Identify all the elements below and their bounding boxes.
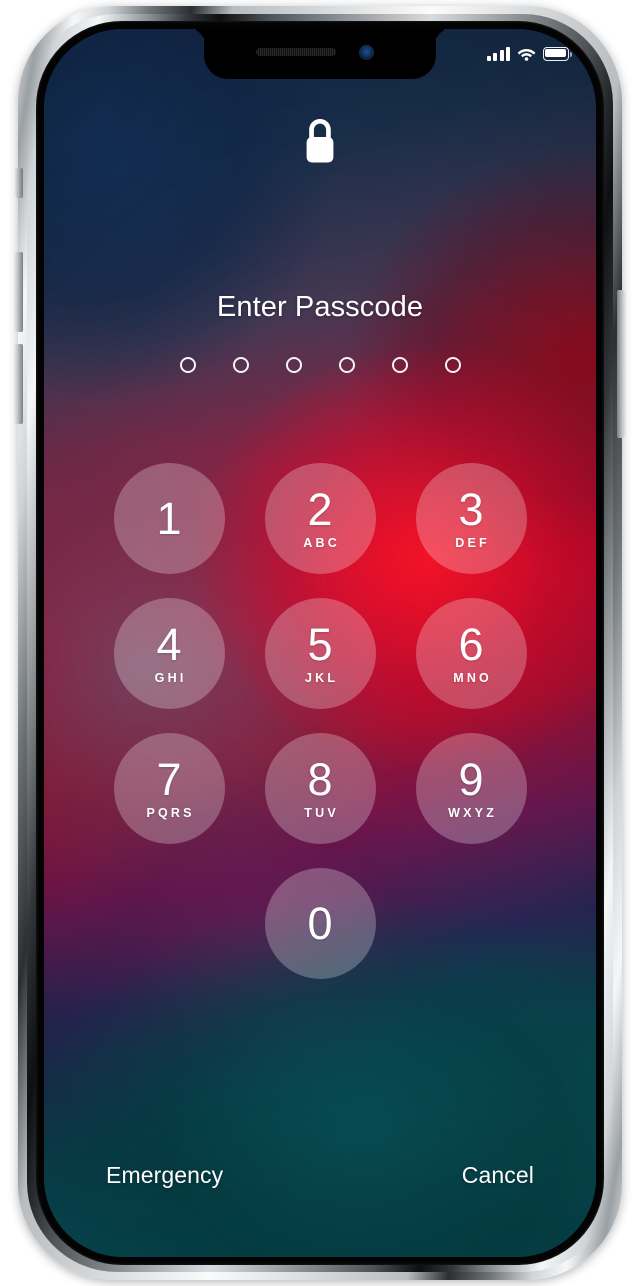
keypad-key-letters: MNO: [453, 671, 492, 686]
lock-icon-container: [44, 117, 596, 165]
page-title: Enter Passcode: [216, 291, 424, 323]
passcode-dot: [444, 357, 461, 373]
keypad-key-2[interactable]: 2 ABC: [264, 463, 376, 574]
keypad-key-digit: 4: [156, 619, 182, 671]
keypad-key-7[interactable]: 7 PQRS: [113, 733, 225, 844]
keypad-key-6[interactable]: 6 MNO: [415, 598, 527, 709]
keypad-key-digit: 8: [307, 754, 333, 806]
keypad-key-0[interactable]: 0: [264, 868, 376, 979]
keypad-key-letters: WXYZ: [448, 806, 498, 821]
keypad-row: 4 GHI 5 JKL 6 MNO: [113, 598, 527, 709]
passcode-keypad: 1 2 ABC 3 DEF 4 GHI 5 JKL 6 MNO 7 PQRS 8…: [44, 463, 596, 979]
keypad-key-5[interactable]: 5 JKL: [264, 598, 376, 709]
passcode-dot: [391, 357, 408, 373]
keypad-row: 0: [264, 868, 376, 979]
screenshot-stage: Enter Passcode 1 2 ABC 3 DEF 4 GHI 5 JKL…: [0, 0, 640, 1286]
keypad-key-letters: ABC: [303, 536, 340, 551]
keypad-key-3[interactable]: 3 DEF: [415, 463, 527, 574]
keypad-key-letters: GHI: [154, 671, 187, 686]
wifi-icon: [517, 49, 536, 61]
keypad-key-digit: 0: [307, 898, 333, 949]
passcode-dots: [44, 357, 596, 373]
keypad-key-digit: 3: [458, 484, 484, 536]
keypad-key-digit: 1: [156, 493, 182, 544]
cancel-button[interactable]: Cancel: [462, 1162, 534, 1189]
bottom-action-bar: Emergency Cancel: [44, 1162, 596, 1189]
keypad-key-digit: 7: [156, 754, 182, 806]
battery-icon: [543, 47, 572, 61]
keypad-key-digit: 9: [458, 754, 484, 806]
keypad-key-digit: 5: [307, 619, 333, 671]
keypad-key-1[interactable]: 1: [113, 463, 225, 574]
front-camera-icon: [359, 45, 374, 60]
keypad-row: 1 2 ABC 3 DEF: [113, 463, 527, 574]
display-notch: [204, 29, 436, 79]
keypad-key-digit: 6: [458, 619, 484, 671]
device-screen: Enter Passcode 1 2 ABC 3 DEF 4 GHI 5 JKL…: [44, 29, 596, 1257]
lock-closed-icon: [306, 119, 334, 163]
volume-down-button[interactable]: [13, 344, 23, 424]
keypad-key-letters: TUV: [304, 806, 339, 821]
earpiece-speaker-icon: [256, 48, 336, 56]
passcode-dot: [285, 357, 302, 373]
silent-switch-button[interactable]: [14, 168, 23, 198]
cellular-signal-icon: [486, 47, 510, 61]
passcode-dot: [179, 357, 196, 373]
passcode-dot: [232, 357, 249, 373]
keypad-key-letters: PQRS: [146, 806, 195, 821]
keypad-key-8[interactable]: 8 TUV: [264, 733, 376, 844]
passcode-dot: [338, 357, 355, 373]
keypad-key-4[interactable]: 4 GHI: [113, 598, 225, 709]
keypad-row: 7 PQRS 8 TUV 9 WXYZ: [113, 733, 527, 844]
keypad-key-digit: 2: [307, 484, 333, 536]
keypad-key-letters: JKL: [304, 671, 339, 686]
keypad-key-letters: DEF: [455, 536, 490, 551]
side-power-button[interactable]: [617, 290, 627, 438]
emergency-button[interactable]: Emergency: [106, 1162, 223, 1189]
keypad-key-9[interactable]: 9 WXYZ: [415, 733, 527, 844]
volume-up-button[interactable]: [13, 252, 23, 332]
